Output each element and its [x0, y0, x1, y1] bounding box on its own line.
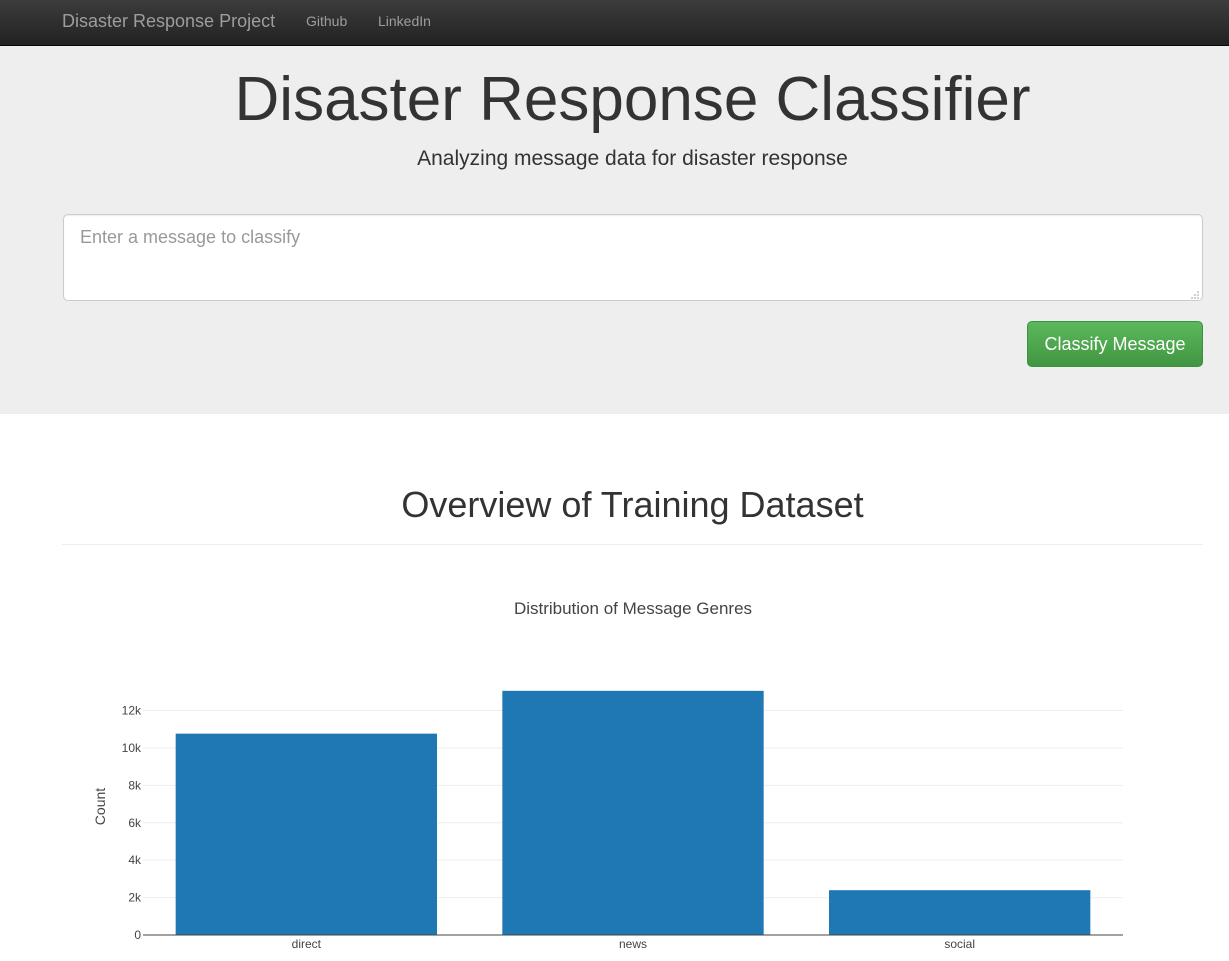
x-tick-label: social [944, 937, 975, 951]
jumbotron: Disaster Response Classifier Analyzing m… [0, 46, 1229, 414]
bar-direct [175, 733, 437, 935]
overview-heading: Overview of Training Dataset [401, 484, 864, 525]
chart-title: Distribution of Message Genres [514, 599, 752, 618]
bar-news [502, 690, 764, 935]
nav-link-linkedin[interactable]: LinkedIn [378, 13, 431, 29]
nav-link-github[interactable]: Github [306, 13, 347, 29]
y-tick-label: 12k [122, 704, 142, 718]
y-axis-label: Count [92, 788, 108, 825]
page-subtitle: Analyzing message data for disaster resp… [417, 147, 848, 170]
x-tick-label: news [619, 937, 647, 951]
top-navbar: Disaster Response Project Github LinkedI… [0, 0, 1229, 46]
message-input[interactable] [63, 214, 1203, 301]
bar-social [829, 890, 1091, 935]
page-title: Disaster Response Classifier [234, 65, 1031, 134]
divider [62, 544, 1203, 545]
y-tick-label: 6k [128, 816, 142, 830]
navbar-brand[interactable]: Disaster Response Project [62, 11, 275, 31]
y-tick-label: 2k [128, 891, 142, 905]
resize-handle-icon[interactable] [1190, 290, 1199, 299]
x-tick-label: direct [292, 937, 322, 951]
y-tick-label: 0 [134, 928, 141, 942]
y-tick-label: 10k [122, 741, 142, 755]
genre-distribution-chart: Distribution of Message Genres 0 2k 4k 6k 8k 1… [92, 599, 1123, 951]
classify-message-button[interactable]: Classify Message [1027, 321, 1203, 367]
y-tick-label: 4k [128, 853, 142, 867]
y-tick-label: 8k [128, 778, 142, 792]
